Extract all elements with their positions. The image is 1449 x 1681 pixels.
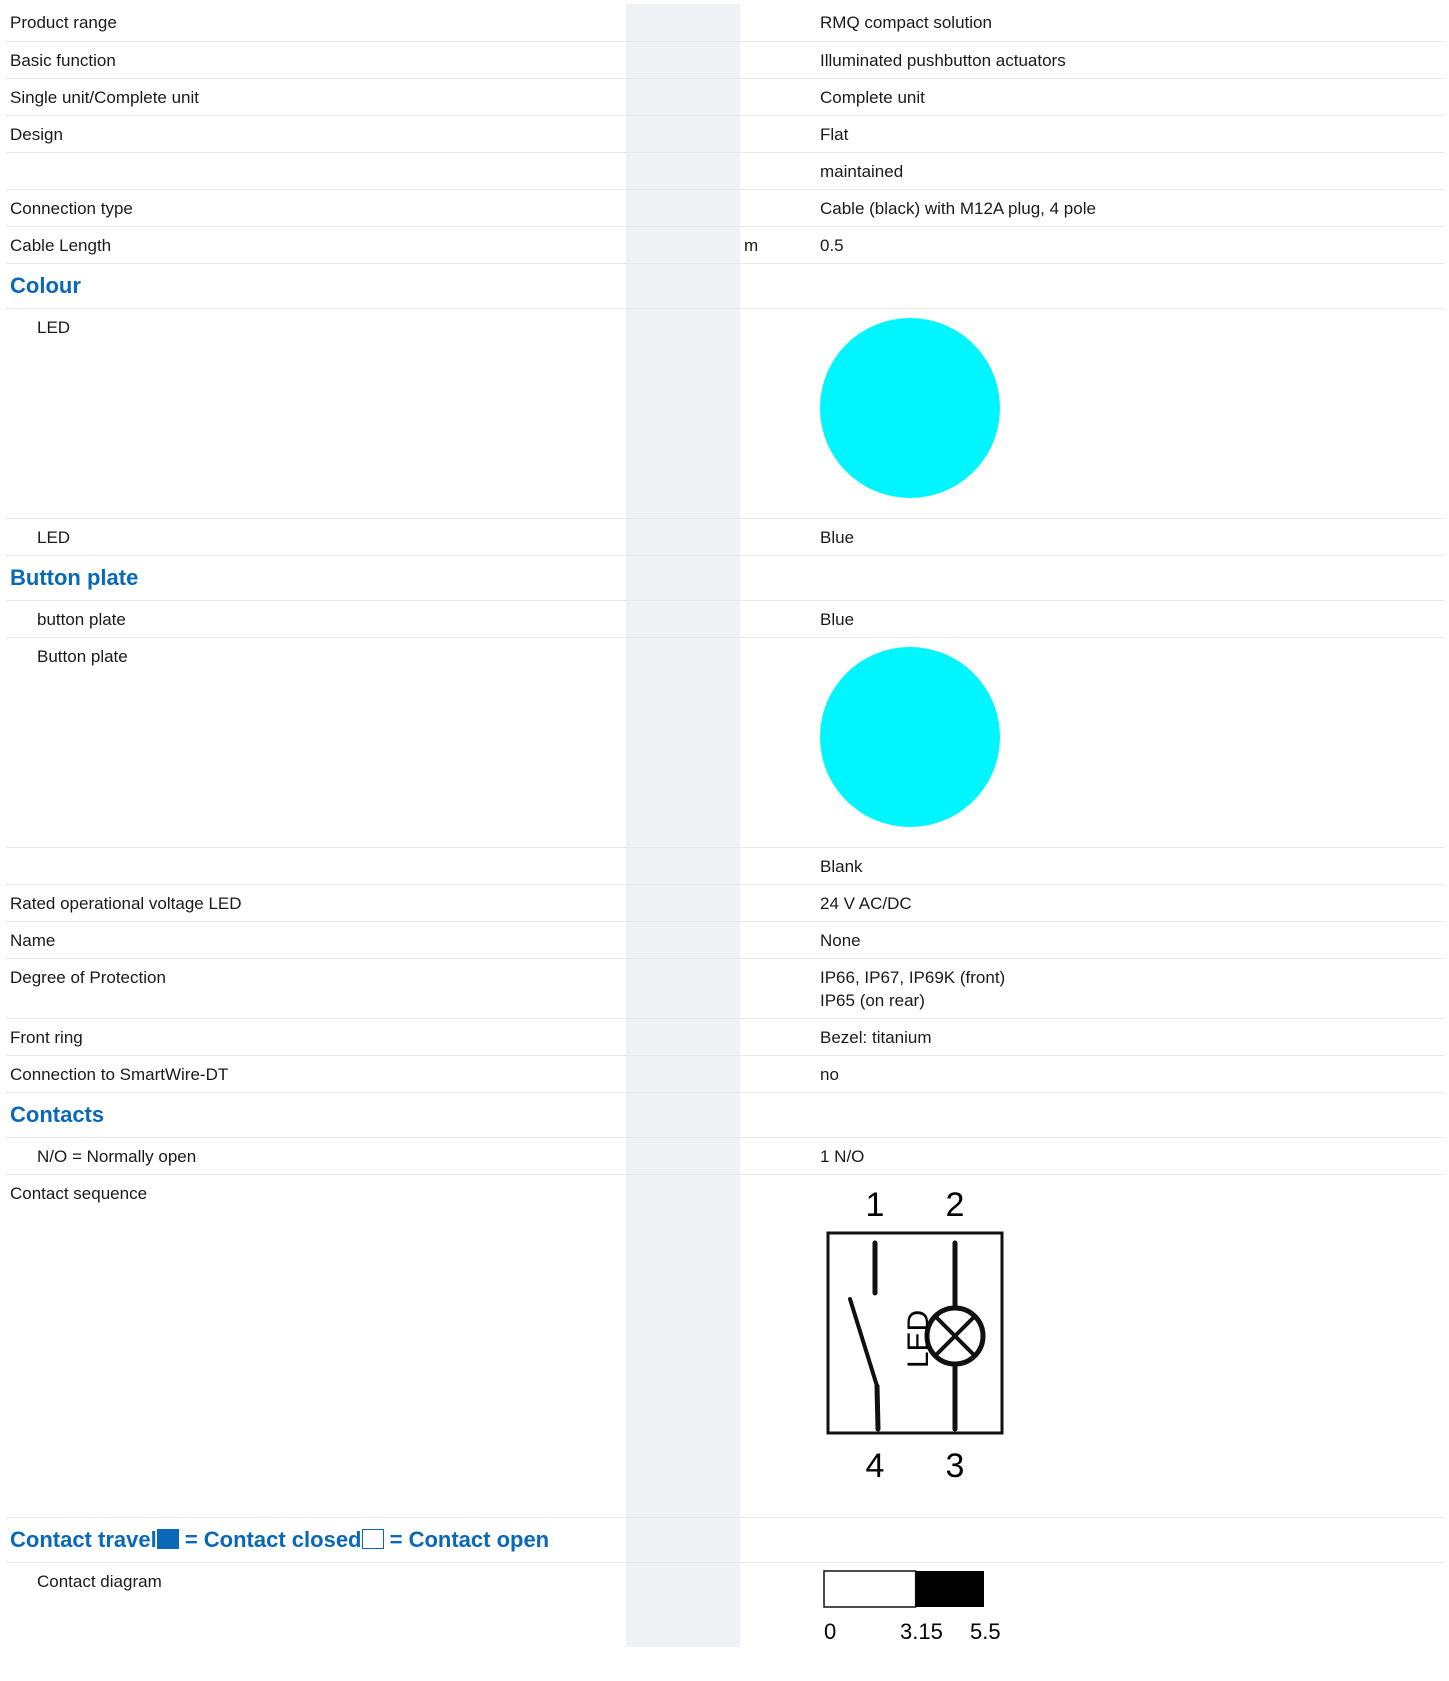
- value: Complete unit: [816, 78, 1444, 116]
- row-basic-function: Basic function Illuminated pushbutton ac…: [6, 41, 1444, 79]
- label: button plate: [6, 600, 626, 638]
- row-led-colour: LED Blue: [6, 518, 1444, 556]
- row-voltage: Rated operational voltage LED 24 V AC/DC: [6, 884, 1444, 922]
- section-contacts: Contacts: [6, 1092, 1444, 1138]
- value: Bezel: titanium: [816, 1018, 1444, 1056]
- value-line-1: IP66, IP67, IP69K (front): [820, 967, 1006, 987]
- row-protection: Degree of Protection IP66, IP67, IP69K (…: [6, 958, 1444, 1019]
- terminal-3: 3: [946, 1447, 965, 1481]
- terminal-2: 2: [946, 1186, 965, 1224]
- value: Flat: [816, 115, 1444, 153]
- row-button-plate-blank: Blank: [6, 847, 1444, 885]
- label: LED: [6, 308, 626, 519]
- label: Connection type: [6, 189, 626, 227]
- label: N/O = Normally open: [6, 1137, 626, 1175]
- tick-label-2: 5.5: [970, 1619, 1001, 1644]
- value: Illuminated pushbutton actuators: [816, 41, 1444, 79]
- row-button-plate-colour: button plate Blue: [6, 600, 1444, 638]
- label: Button plate: [6, 637, 626, 848]
- section-contact-travel: Contact travel = Contact closed = Contac…: [6, 1517, 1444, 1563]
- row-led-swatch: LED: [6, 308, 1444, 519]
- value: IP66, IP67, IP69K (front) IP65 (on rear): [816, 958, 1444, 1019]
- label: Degree of Protection: [6, 958, 626, 1019]
- value: 0 3.15 5.5: [816, 1562, 1444, 1647]
- value: RMQ compact solution: [816, 4, 1444, 42]
- contact-lower: [874, 1383, 881, 1431]
- section-title: Button plate: [6, 555, 626, 601]
- section-title: Contacts: [6, 1092, 626, 1138]
- unit: m: [740, 226, 816, 264]
- value: Blue: [816, 518, 1444, 556]
- label: Product range: [6, 4, 626, 42]
- row-design: Design Flat: [6, 115, 1444, 153]
- value: Blank: [816, 847, 1444, 885]
- label: [6, 152, 626, 190]
- value: 1 N/O: [816, 1137, 1444, 1175]
- value: [816, 308, 1444, 519]
- tick-label-1: 3.15: [900, 1619, 943, 1644]
- travel-open-segment: [823, 1569, 917, 1608]
- led-colour-swatch: [820, 317, 1000, 498]
- label: Cable Length: [6, 226, 626, 264]
- row-name: Name None: [6, 921, 1444, 959]
- tick-label-0: 0: [824, 1619, 836, 1644]
- label: Basic function: [6, 41, 626, 79]
- row-contact-diagram: Contact diagram 0 3.15 5.5: [6, 1562, 1444, 1647]
- label: Design: [6, 115, 626, 153]
- value: Cable (black) with M12A plug, 4 pole: [816, 189, 1444, 227]
- label: LED: [6, 518, 626, 556]
- label: Single unit/Complete unit: [6, 78, 626, 116]
- row-front-ring: Front ring Bezel: titanium: [6, 1018, 1444, 1056]
- row-contact-sequence: Contact sequence 1 2 LED 4 3: [6, 1174, 1444, 1518]
- row-cable-length: Cable Length m 0.5: [6, 226, 1444, 264]
- value: 24 V AC/DC: [816, 884, 1444, 922]
- contact-travel-diagram: 0 3.15 5.5: [823, 1569, 1001, 1644]
- value: maintained: [816, 152, 1444, 190]
- terminal-1: 1: [866, 1186, 885, 1224]
- section-button-plate: Button plate: [6, 555, 1444, 601]
- row-product-range: Product range RMQ compact solution: [6, 4, 1444, 42]
- datasheet: Product range RMQ compact solution Basic…: [6, 4, 1444, 1647]
- title-part-1: Contact travel: [10, 1526, 157, 1552]
- value-line-2: IP65 (on rear): [820, 990, 925, 1010]
- value: Blue: [816, 600, 1444, 638]
- contact-sequence-diagram: 1 2 LED 4 3: [826, 1186, 1004, 1481]
- lamp-label: LED: [902, 1309, 935, 1367]
- value: 1 2 LED 4 3: [816, 1174, 1444, 1518]
- label: Contact diagram: [37, 1571, 162, 1591]
- datasheet-table: Product range RMQ compact solution Basic…: [6, 4, 1444, 1647]
- row-design-mode: maintained: [6, 152, 1444, 190]
- open-swatch: [361, 1528, 384, 1549]
- section-title: Contact travel = Contact closed = Contac…: [6, 1517, 626, 1563]
- row-single-complete: Single unit/Complete unit Complete unit: [6, 78, 1444, 116]
- section-colour: Colour: [6, 263, 1444, 309]
- title-part-3: = Contact open: [383, 1526, 550, 1552]
- row-connection-type: Connection type Cable (black) with M12A …: [6, 189, 1444, 227]
- closed-swatch: [156, 1528, 179, 1549]
- row-normally-open: N/O = Normally open 1 N/O: [6, 1137, 1444, 1175]
- button-plate-swatch: [820, 646, 1000, 827]
- value: None: [816, 921, 1444, 959]
- value: 0.5: [816, 226, 1444, 264]
- row-smartwire: Connection to SmartWire-DT no: [6, 1055, 1444, 1093]
- label: Rated operational voltage LED: [6, 884, 626, 922]
- label: Name: [6, 921, 626, 959]
- value: no: [816, 1055, 1444, 1093]
- label: Contact sequence: [6, 1174, 626, 1518]
- terminal-4: 4: [866, 1447, 885, 1481]
- label: Connection to SmartWire-DT: [6, 1055, 626, 1093]
- contact-lever: [848, 1296, 879, 1388]
- value: [816, 637, 1444, 848]
- row-button-plate-swatch: Button plate: [6, 637, 1444, 848]
- section-title: Colour: [6, 263, 626, 309]
- travel-closed-segment: [915, 1570, 984, 1607]
- label: Front ring: [6, 1018, 626, 1056]
- title-part-2: = Contact closed: [178, 1526, 362, 1552]
